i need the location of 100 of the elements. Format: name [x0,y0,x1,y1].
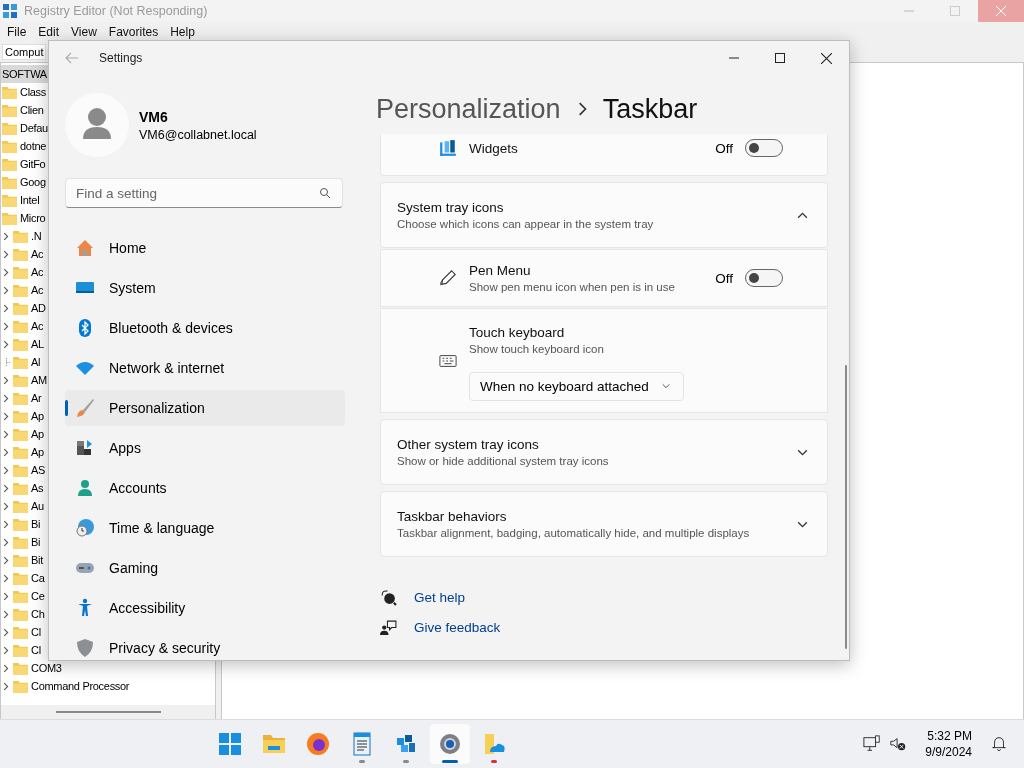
expander-header[interactable]: Taskbar behaviors Taskbar alignment, badging, automatically hide, and multiple displays [380,491,828,557]
folder-icon [13,589,28,603]
clock[interactable]: 5:32 PM 9/9/2024 [925,728,972,760]
tree-item[interactable]: Ch [1,605,46,623]
folder-icon [13,283,28,297]
nav-item[interactable]: Bluetooth & devices [65,310,345,346]
tree-item[interactable]: As [1,479,45,497]
tree-item[interactable]: .N [1,227,43,245]
tree-item[interactable]: Ac [1,263,45,281]
tree-item[interactable]: Al [1,353,42,371]
tree-item[interactable]: AL [1,335,45,353]
folder-icon [13,679,28,693]
folder-icon [13,463,28,477]
tree-item[interactable]: Defau [1,119,49,137]
folder-icon [13,229,28,243]
folder-icon [13,427,28,441]
folder-icon [13,553,28,567]
tree-item[interactable]: Clien [1,101,45,119]
scrollbar-thumb[interactable] [56,711,161,713]
tree-item[interactable]: Ap [1,407,45,425]
tree-item[interactable]: Bi [1,533,42,551]
maximize-icon[interactable] [775,53,785,63]
nav-item[interactable]: Gaming [65,550,345,586]
speaker-muted-icon[interactable] [889,735,908,753]
tree-item[interactable]: Cl [1,623,42,641]
address-field[interactable]: Comput [2,44,46,60]
close-icon[interactable] [820,52,832,64]
paintbrush-icon [75,398,95,418]
page-title: Taskbar [602,93,698,125]
nav-item[interactable]: Time & language [65,510,345,546]
nav-item[interactable]: Apps [65,430,345,466]
tree-item[interactable]: Ac [1,281,45,299]
shield-icon [75,638,95,658]
tree-item[interactable]: Goog [1,173,47,191]
menu-item[interactable]: Edit [38,25,60,39]
menu-item[interactable]: Help [170,25,195,39]
folder-icon [13,373,28,387]
nav-item[interactable]: Home [65,230,345,266]
toggle-state-text: Off [715,140,733,156]
window-title: Registry Editor (Not Responding) [24,4,208,18]
user-email: VM6@collabnet.local [139,127,257,142]
tree-item[interactable]: Ce [1,587,46,605]
nav-item[interactable]: System [65,270,345,306]
tree-item[interactable]: Ar [1,389,43,407]
tree-item[interactable]: Ac [1,245,45,263]
toggle-switch[interactable] [745,269,783,287]
link[interactable]: Get help [414,590,466,605]
tree-item[interactable]: AS [1,461,47,479]
folder-icon [13,445,28,459]
tree-item[interactable]: Ap [1,443,45,461]
tree-item[interactable]: Command Processor [1,677,131,695]
expander-header[interactable]: System tray icons Choose which icons can appear in the system tray [380,182,828,248]
tree-item[interactable]: AD [1,299,47,317]
link[interactable]: Give feedback [414,620,501,635]
section-description: Show or hide additional system tray icons [397,455,609,467]
nav-item[interactable]: Personalization [65,390,345,426]
tree-item[interactable]: Ap [1,425,45,443]
menu-item[interactable]: Favorites [108,25,159,39]
folder-icon [13,499,28,513]
network-icon[interactable] [863,735,882,753]
bell-icon[interactable] [990,735,1008,753]
search-icon[interactable] [319,187,331,199]
nav-item[interactable]: Accounts [65,470,345,506]
tree-item[interactable]: Ca [1,569,46,587]
expander-header[interactable]: Other system tray icons Show or hide additional system tray icons [380,419,828,485]
folder-icon [13,481,28,495]
tree-item[interactable]: Cl [1,641,42,659]
search-field[interactable]: Find a setting [65,178,343,208]
folder-icon [13,643,28,657]
folder-icon [2,139,17,153]
folder-icon [13,535,28,549]
tree-item[interactable]: AM [1,371,48,389]
tree-item[interactable]: Class [1,83,47,101]
tree-item[interactable]: SOFTWA [1,65,48,83]
menu-item[interactable]: File [7,25,27,39]
pen-icon [439,269,457,287]
tree-item[interactable]: Ac [1,317,45,335]
nav-item[interactable]: Network & internet [65,350,345,386]
breadcrumb-link[interactable]: Personalization [376,93,561,125]
house-icon [75,238,95,258]
scrollbar-thumb[interactable] [845,365,847,649]
avatar [65,93,129,157]
registry-icon [2,3,18,19]
nav-item[interactable]: Privacy & security [65,630,345,660]
person-icon [75,478,95,498]
toggle-switch[interactable] [745,139,783,157]
tree-item[interactable]: dotne [1,137,48,155]
tree-item[interactable]: Bi [1,515,42,533]
clock-date: 9/9/2024 [925,744,972,760]
menu-item[interactable]: View [71,25,97,39]
dropdown[interactable]: When no keyboard attached [469,371,684,401]
tree-item[interactable]: GitFo [1,155,47,173]
tree-item[interactable]: Bit [1,551,44,569]
tree-item[interactable]: COM3 [1,659,63,677]
tree-item[interactable]: Micro [1,209,47,227]
nav-item[interactable]: Accessibility [65,590,345,626]
taskbar-button[interactable] [429,724,470,764]
tree-item[interactable]: Intel [1,191,41,209]
folder-icon [13,247,28,261]
tree-item[interactable]: Au [1,497,45,515]
